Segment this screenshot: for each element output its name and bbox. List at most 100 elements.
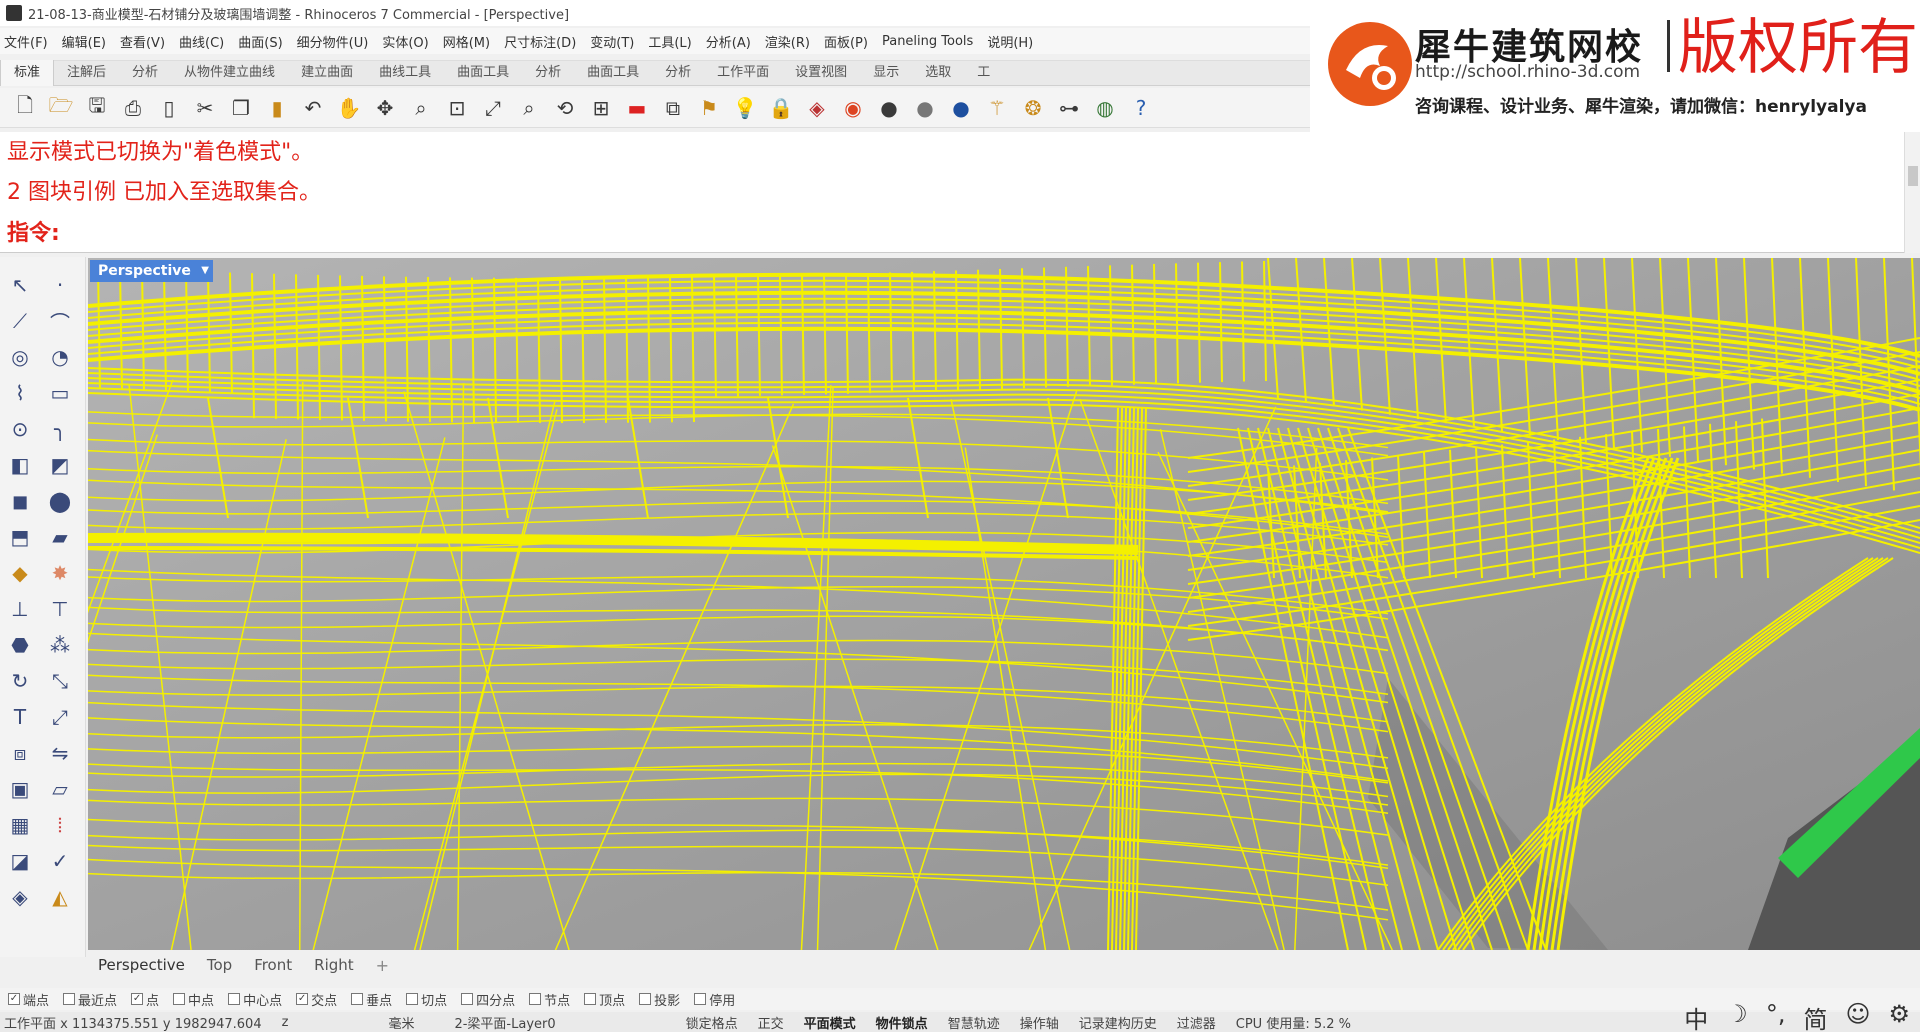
explode-icon[interactable]: ✸ (44, 559, 76, 587)
osnap-option[interactable]: ✓ 端点 (8, 990, 49, 1009)
osnap-option[interactable]: ✓ 交点 (296, 990, 337, 1009)
array-icon[interactable]: ⁂ (44, 631, 76, 659)
checkbox-checked-icon[interactable]: ✓ (296, 993, 309, 1005)
ime-chinese-icon[interactable]: 中 (1684, 1000, 1708, 1032)
print-icon[interactable]: ⎙ (118, 93, 148, 123)
render-preview-icon[interactable]: ◈ (4, 883, 36, 911)
planar-toggle[interactable]: 平面模式 (804, 1013, 856, 1032)
menu-analyze[interactable]: 分析(A) (706, 32, 751, 51)
checkbox-icon[interactable] (639, 993, 652, 1005)
curve-icon[interactable]: ⌇ (4, 379, 36, 407)
render-icon[interactable]: ❂ (1018, 93, 1048, 123)
sphere-icon[interactable]: ⬤ (44, 487, 76, 515)
menu-mesh[interactable]: 网格(M) (443, 32, 490, 51)
osnap-option[interactable]: 垂点 (351, 990, 392, 1009)
checkbox-icon[interactable] (351, 993, 364, 1005)
gumball-toggle[interactable]: 操作轴 (1020, 1013, 1059, 1032)
tab-standard[interactable]: 标准 (0, 60, 55, 86)
menu-surface[interactable]: 曲面(S) (238, 32, 282, 51)
circle-icon[interactable]: ◎ (4, 343, 36, 371)
tab-cplane[interactable]: 工作平面 (704, 60, 782, 86)
tab-display[interactable]: 显示 (860, 60, 912, 86)
planar-surface-icon[interactable]: ▰ (44, 523, 76, 551)
point-icon[interactable]: · (44, 271, 76, 299)
menu-edit[interactable]: 编辑(E) (62, 32, 106, 51)
viewport-title-button[interactable]: Perspective ▼ (90, 260, 213, 282)
help-icon[interactable]: ? (1126, 93, 1156, 123)
menu-panels[interactable]: 面板(P) (824, 32, 868, 51)
zoom-extents-icon[interactable]: ⤢ (478, 93, 508, 123)
check-icon[interactable]: ✓ (44, 847, 76, 875)
checkbox-icon[interactable] (63, 993, 76, 1005)
simplified-icon[interactable]: 简 (1803, 1000, 1827, 1032)
tab-surface-tools-2[interactable]: 曲面工具 (574, 60, 652, 86)
sphere-gray-icon[interactable]: ● (910, 93, 940, 123)
open-icon[interactable]: 🗁 (46, 93, 76, 123)
loft-icon[interactable]: ◩ (44, 451, 76, 479)
osnap-option[interactable]: 投影 (639, 990, 680, 1009)
zoom-icon[interactable]: ⌕ (406, 93, 436, 123)
arc-icon[interactable]: ◔ (44, 343, 76, 371)
command-input[interactable] (70, 216, 1570, 242)
menu-tools[interactable]: 工具(L) (648, 32, 691, 51)
tape-icon[interactable]: ⦙ (44, 811, 76, 839)
select-arrow-icon[interactable]: ↖ (4, 271, 36, 299)
mirror-icon[interactable]: ⇋ (44, 739, 76, 767)
globe-icon[interactable]: ◍ (1090, 93, 1120, 123)
surface-icon[interactable]: ◧ (4, 451, 36, 479)
menu-paneling-tools[interactable]: Paneling Tools (882, 34, 973, 49)
new-layout-icon[interactable]: ▯ (154, 93, 184, 123)
menu-curve[interactable]: 曲线(C) (179, 32, 224, 51)
tab-surface-create[interactable]: 建立曲面 (288, 60, 366, 86)
zoom-selected-icon[interactable]: ⌕ (514, 93, 544, 123)
pipe-icon[interactable]: ▱ (44, 775, 76, 803)
rectangle-icon[interactable]: ▭ (44, 379, 76, 407)
group-icon[interactable]: ⬣ (4, 631, 36, 659)
boolean-icon[interactable]: ◆ (4, 559, 36, 587)
pan-icon[interactable]: ✋ (334, 93, 364, 123)
color-wheel-icon[interactable]: ◉ (838, 93, 868, 123)
four-view-icon[interactable]: ⊞ (586, 93, 616, 123)
smarttrack-toggle[interactable]: 智慧轨迹 (948, 1013, 1000, 1032)
checkbox-icon[interactable] (406, 993, 419, 1005)
ortho-toggle[interactable]: 正交 (758, 1013, 784, 1032)
command-scrollbar[interactable] (1904, 132, 1920, 253)
tab-front[interactable]: Front (254, 956, 292, 974)
punctuation-icon[interactable]: °, (1766, 1000, 1786, 1032)
perspective-viewport[interactable]: Perspective ▼ (88, 258, 1920, 950)
tab-annotation[interactable]: 注解后 (54, 60, 119, 86)
tab-analyze-3[interactable]: 分析 (652, 60, 704, 86)
osnap-option[interactable]: 中心点 (228, 990, 282, 1009)
move-icon[interactable]: ✥ (370, 93, 400, 123)
grid-array-icon[interactable]: ▦ (4, 811, 36, 839)
osnap-option[interactable]: 顶点 (584, 990, 625, 1009)
fillet-curve-icon[interactable]: ╮ (44, 415, 76, 443)
osnap-option[interactable]: 中点 (173, 990, 214, 1009)
menu-transform[interactable]: 变动(T) (590, 32, 634, 51)
polyline-icon[interactable]: ⟋ (4, 307, 36, 335)
analyze-icon[interactable]: ◪ (4, 847, 36, 875)
rotate-icon[interactable]: ↻ (4, 667, 36, 695)
sphere-dark-icon[interactable]: ● (874, 93, 904, 123)
checkbox-checked-icon[interactable]: ✓ (131, 993, 144, 1005)
hierarchy-icon[interactable]: ⊶ (1054, 93, 1084, 123)
tab-set-view[interactable]: 设置视图 (782, 60, 860, 86)
rotate-view-icon[interactable]: ⟲ (550, 93, 580, 123)
join-icon[interactable]: ⊥ (4, 595, 36, 623)
osnap-option[interactable]: 最近点 (63, 990, 117, 1009)
zoom-window-icon[interactable]: ⊡ (442, 93, 472, 123)
block-icon[interactable]: ⧈ (4, 739, 36, 767)
cut-icon[interactable]: ✂ (190, 93, 220, 123)
tab-perspective[interactable]: Perspective (98, 956, 185, 974)
extrude-icon[interactable]: ⬒ (4, 523, 36, 551)
tab-top[interactable]: Top (207, 956, 232, 974)
grid-snap-toggle[interactable]: 锁定格点 (686, 1013, 738, 1032)
control-point-curve-icon[interactable]: ⌒ (44, 307, 76, 335)
tab-curve-tools[interactable]: 曲线工具 (366, 60, 444, 86)
text-icon[interactable]: T (4, 703, 36, 731)
properties-icon[interactable]: ⚑ (694, 93, 724, 123)
new-file-icon[interactable]: 🗋 (10, 93, 40, 123)
checkbox-icon[interactable] (694, 993, 707, 1005)
checkbox-icon[interactable] (529, 993, 542, 1005)
menu-render[interactable]: 渲染(R) (765, 32, 810, 51)
